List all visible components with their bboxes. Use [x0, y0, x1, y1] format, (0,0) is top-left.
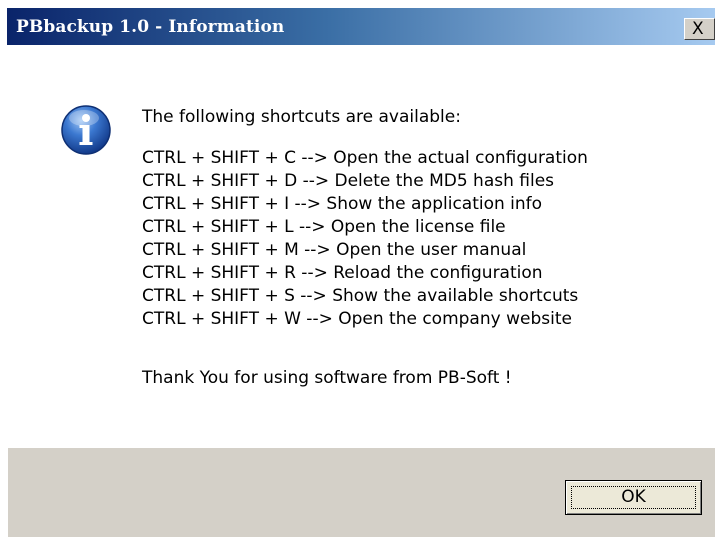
intro-text: The following shortcuts are available:: [142, 107, 461, 127]
shortcut-line: CTRL + SHIFT + C --> Open the actual con…: [142, 148, 588, 168]
button-area: OK: [8, 448, 715, 537]
footer-text: Thank You for using software from PB-Sof…: [142, 368, 512, 388]
shortcut-line: CTRL + SHIFT + L --> Open the license fi…: [142, 217, 506, 237]
shortcut-line: CTRL + SHIFT + I --> Show the applicatio…: [142, 194, 543, 214]
information-dialog: PBbackup 1.0 - Information X The followi…: [7, 8, 715, 537]
title-bar[interactable]: PBbackup 1.0 - Information X: [7, 8, 715, 45]
shortcut-line: CTRL + SHIFT + M --> Open the user manua…: [142, 240, 527, 260]
message-area: The following shortcuts are available: C…: [8, 45, 715, 448]
close-button[interactable]: X: [684, 18, 715, 40]
shortcut-line: CTRL + SHIFT + S --> Show the available …: [142, 286, 579, 306]
information-icon: [61, 105, 111, 155]
shortcut-line: CTRL + SHIFT + R --> Reload the configur…: [142, 263, 543, 283]
ok-button[interactable]: OK: [565, 480, 702, 515]
ok-button-label: OK: [621, 487, 646, 507]
close-icon: X: [692, 19, 704, 39]
window-title: PBbackup 1.0 - Information: [16, 17, 285, 37]
shortcut-line: CTRL + SHIFT + W --> Open the company we…: [142, 309, 572, 329]
shortcut-line: CTRL + SHIFT + D --> Delete the MD5 hash…: [142, 171, 555, 191]
